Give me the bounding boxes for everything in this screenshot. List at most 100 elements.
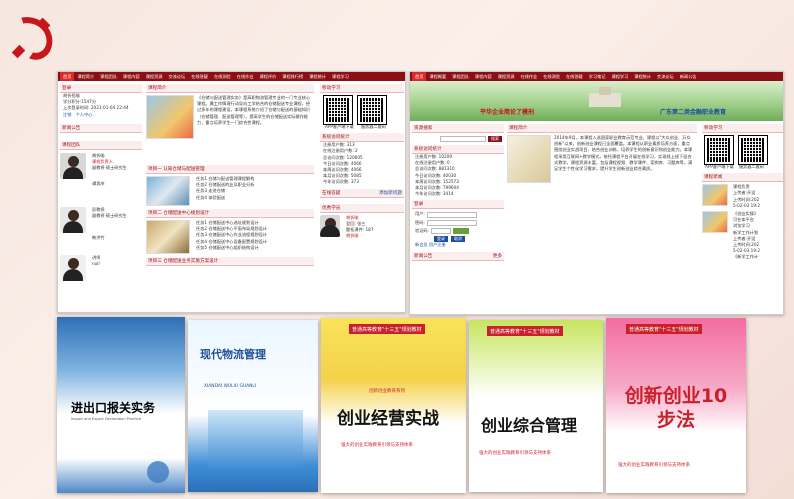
resource-search-input[interactable] — [440, 136, 486, 142]
team-member[interactable]: 彭教授 副教授 硕士研究生 — [60, 206, 142, 233]
add-question-link[interactable]: 添加新问题 — [379, 190, 402, 196]
left-course-site-screenshot: 首页 课程简介 课程团队 课程内容 课程资源 交流论坛 在线答疑 在线测验 在线… — [57, 71, 406, 313]
left-nav-item[interactable]: 在线测验 — [211, 72, 234, 81]
intro-panel-title: 课程简介 — [146, 84, 314, 93]
intro-image — [146, 95, 194, 139]
login-actions[interactable]: 注销 个人中心 — [60, 112, 142, 118]
right-nav-item[interactable]: 学习笔记 — [586, 72, 609, 81]
banner-slogan-right: 广东第二类金融职业教育 — [660, 109, 727, 116]
right-main: 课程简介 2014年9月，本课程入选国家职业教育示范专业，课程以"大众创业、万众… — [507, 124, 697, 314]
register-link[interactable]: 新会员 用户注册 — [412, 242, 504, 248]
campus-banner: 平华企业简论了模刑 广东第二类金融职业教育 — [410, 81, 783, 121]
right-nav-item[interactable]: 课程团队 — [449, 72, 472, 81]
left-nav-item[interactable]: 课程统计 — [306, 72, 329, 81]
login-panel-title: 登录 — [60, 84, 142, 93]
book-title: 进出口报关实务 — [71, 401, 156, 415]
left-nav-item[interactable]: 课程排行榜 — [279, 72, 306, 81]
stats-title: 系统访问统计 — [320, 133, 404, 143]
password-input[interactable] — [426, 219, 477, 226]
project-title[interactable]: 项目三 仓储配送业务实施方案设计 — [146, 257, 314, 266]
news-line[interactable]: 《新学工作计 — [730, 254, 760, 260]
cancel-button[interactable]: 取消 — [451, 236, 465, 243]
right-nav-item[interactable]: 在线答疑 — [563, 72, 586, 81]
team-member[interactable]: 胡忻喻 课程负责人 副教授 硕士研究生 — [60, 152, 142, 179]
book-slogan: 强大的创业实践教育引领与支持体系 — [618, 463, 690, 468]
student-line: 胡忻喻 — [346, 233, 359, 239]
right-course-site-screenshot: 首页 课程概要 课程团队 课程内容 课程资源 在线作业 在线测验 在线答疑 学习… — [409, 71, 784, 315]
book-cover-customs-declaration: 进出口报关实务 Import and Export Declaration Pr… — [57, 317, 185, 493]
team-member[interactable]: 谭男岸 — [60, 181, 142, 205]
task-link[interactable]: 任务3 仓储配送中心作业流程规划设计 — [193, 232, 267, 238]
captcha-image[interactable] — [452, 227, 469, 234]
mobile-study-title: 移动学习 — [702, 124, 783, 133]
search-button[interactable]: 搜索 — [488, 136, 502, 142]
book-title: 创业综合管理 — [481, 416, 578, 435]
left-nav-item[interactable]: 课程资源 — [143, 72, 166, 81]
book-subtitle: Import and Export Declaration Practice — [71, 417, 142, 421]
stat-line: 今年访问次数: 373 — [323, 179, 359, 185]
intro-text: 2014年9月，本课程入选国家职业教育示范专业，课程以"大众创业、万众创新"以来… — [554, 135, 693, 172]
qr-label[interactable]: 服务器二维码 — [358, 124, 386, 130]
left-nav-item[interactable]: 课程评价 — [257, 72, 280, 81]
qr-code-icon — [704, 135, 734, 165]
team-member[interactable]: 讲师 null — [60, 254, 142, 281]
right-nav-item[interactable]: 课程学习 — [609, 72, 632, 81]
news-image — [702, 184, 728, 207]
left-nav-item[interactable]: 在线作业 — [234, 72, 257, 81]
news-line: 5-02-03 19:2 — [733, 202, 761, 208]
right-nav-item[interactable]: 课程资源 — [495, 72, 518, 81]
left-nav-item[interactable]: 交流论坛 — [165, 72, 188, 81]
project-title[interactable]: 项目一 认知仓储与配送管理 — [146, 165, 314, 174]
series-ribbon: 普通高等教育"十三五"规划教材 — [626, 324, 702, 334]
resource-title: 资源搜索 — [412, 124, 504, 133]
series-ribbon: 普通高等教育"十三五"规划教材 — [487, 326, 563, 336]
avatar — [60, 206, 86, 233]
left-nav-item[interactable]: 课程学习 — [329, 72, 352, 81]
left-nav-item[interactable]: 课程简介 — [74, 72, 97, 81]
left-nav-item[interactable]: 在线答疑 — [188, 72, 211, 81]
qr-label[interactable]: APP客户端下载 — [702, 164, 734, 170]
qr-label[interactable]: 服务器二维码 — [736, 164, 764, 170]
right-nav-item[interactable]: 交流论坛 — [654, 72, 677, 81]
project-title[interactable]: 项目二 仓储配送中心规划设计 — [146, 209, 314, 218]
field-label: 验证码: — [415, 227, 429, 233]
username-input[interactable] — [426, 211, 477, 218]
right-nav-item[interactable]: 在线测验 — [540, 72, 563, 81]
member-detail: 副教授 硕士研究生 — [92, 165, 127, 171]
right-nav-item[interactable]: 课程概要 — [426, 72, 449, 81]
task-link[interactable]: 任务5 仓储配送中心组织结构设计 — [193, 245, 267, 251]
member-detail: 副教授 硕士研究生 — [92, 213, 127, 219]
news-line[interactable]: 新学工作计划 — [730, 230, 760, 236]
book-cover-innovation-10-steps: 普通高等教育"十三五"规划教材 创新创业10步法 强大的创业实践教育引领与支持体… — [606, 318, 746, 493]
team-member[interactable]: 韩洪竹 — [60, 235, 142, 253]
book-cover-modern-logistics: 现代物流管理 XIANDAI WULIU GUANLI — [188, 320, 318, 492]
qr-code-icon — [357, 95, 387, 125]
task-link[interactable]: 任务4 仓储配送中心设备配置规划设计 — [193, 239, 267, 245]
right-nav-item[interactable]: 课程内容 — [472, 72, 495, 81]
right-nav-item[interactable]: 新闻公告 — [677, 72, 700, 81]
intro-image — [507, 135, 551, 183]
right-nav-item[interactable]: 课程统计 — [631, 72, 654, 81]
task-link[interactable]: 任务4 体验配送 — [193, 195, 254, 201]
right-nav-item[interactable]: 在线作业 — [517, 72, 540, 81]
news-panel-title: 新闻公告 — [60, 123, 142, 133]
more-link[interactable]: 更多 — [493, 253, 502, 259]
qr-label[interactable]: APP客户端下载 — [322, 124, 354, 130]
intro-title: 课程简介 — [507, 124, 697, 133]
captcha-input[interactable] — [430, 227, 451, 234]
qr-code-icon — [323, 95, 353, 125]
left-nav-item[interactable]: 课程团队 — [97, 72, 120, 81]
book-cover-startup-operations: 普通高等教育"十三五"规划教材 创新创业教育系列 创业经营实战 强大的创业实践教… — [321, 318, 466, 493]
globe-icon — [147, 461, 169, 483]
course-news-title: 课程新闻 — [702, 173, 783, 183]
project-image — [146, 220, 190, 254]
left-nav-item[interactable]: 首页 — [60, 72, 75, 81]
book-slogan: 强大的创业实践教育引领与支持体系 — [479, 451, 551, 456]
stat-line: 今年访问次数: 3414 — [415, 191, 454, 197]
team-panel-title: 课程团队 — [60, 140, 142, 150]
left-nav-item[interactable]: 课程内容 — [120, 72, 143, 81]
right-nav-bar: 首页 课程概要 课程团队 课程内容 课程资源 在线作业 在线测验 在线答疑 学习… — [410, 72, 783, 81]
right-nav-item[interactable]: 首页 — [412, 72, 427, 81]
book-cover-startup-management: 普通高等教育"十三五"规划教材 创业综合管理 强大的创业实践教育引领与支持体系 — [469, 320, 603, 492]
right-left-sidebar: 资源搜索 搜索 系统访问统计 注册用户数: 10209 在线注册用户数: 0 总… — [412, 124, 504, 262]
